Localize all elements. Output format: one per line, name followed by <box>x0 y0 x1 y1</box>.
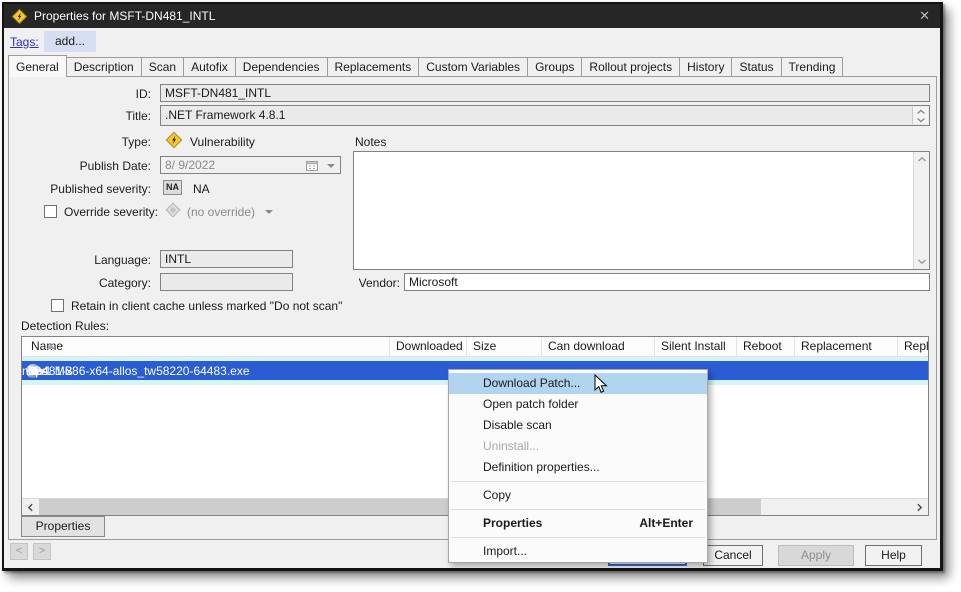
override-severity-label: Override severity: <box>64 205 158 219</box>
title-field[interactable]: .NET Framework 4.8.1 <box>160 105 930 126</box>
help-button[interactable]: Help <box>865 545 922 566</box>
language-label: Language: <box>9 253 151 267</box>
tab-autofix[interactable]: Autofix <box>183 57 236 76</box>
title-label: Title: <box>9 109 151 123</box>
column-header-reboot[interactable]: Reboot <box>736 337 794 357</box>
sort-asc-icon <box>47 344 55 349</box>
severity-badge: NA <box>163 180 182 195</box>
column-header-replacement-2[interactable]: Repla <box>897 337 928 357</box>
title-spinner[interactable] <box>912 107 928 124</box>
spinner-down-icon[interactable] <box>916 117 926 123</box>
cancel-button[interactable]: Cancel <box>703 545 763 566</box>
tab-general[interactable]: General <box>8 55 67 77</box>
apply-button[interactable]: Apply <box>778 545 854 566</box>
chevron-down-icon[interactable] <box>917 258 927 265</box>
scroll-right-button[interactable] <box>911 499 928 515</box>
menu-shortcut: Alt+Enter <box>639 513 693 534</box>
menu-item-properties[interactable]: Properties Alt+Enter <box>449 513 707 534</box>
menu-item-uninstall: Uninstall... <box>449 436 707 457</box>
tab-custom-variables[interactable]: Custom Variables <box>418 57 528 76</box>
publish-date-label: Publish Date: <box>9 159 151 173</box>
type-value: Vulnerability <box>190 135 255 149</box>
menu-separator <box>451 537 705 538</box>
language-field[interactable]: INTL <box>160 250 293 268</box>
notes-label: Notes <box>355 135 386 149</box>
notes-textarea[interactable] <box>353 151 930 270</box>
tab-description[interactable]: Description <box>66 57 142 76</box>
column-header-name[interactable]: Name <box>22 337 389 357</box>
retain-cache-label: Retain in client cache unless marked "Do… <box>71 299 342 313</box>
vendor-field[interactable]: Microsoft <box>404 273 930 291</box>
published-severity-value: NA <box>193 182 210 196</box>
tab-strip: General Description Scan Autofix Depende… <box>8 54 842 76</box>
tab-scan[interactable]: Scan <box>141 57 184 76</box>
table-header: Name Downloaded Size Can download Silent… <box>22 337 928 357</box>
publish-date-picker[interactable]: 8/ 9/2022 <box>160 156 341 174</box>
next-button[interactable]: > <box>33 543 51 560</box>
override-severity-dropdown-icon[interactable] <box>265 210 273 214</box>
override-severity-checkbox[interactable] <box>44 205 57 218</box>
tab-replacements[interactable]: Replacements <box>327 57 420 76</box>
vulnerability-diamond-icon <box>165 131 183 149</box>
severity-diamond-icon <box>165 202 181 218</box>
menu-item-open-patch-folder[interactable]: Open patch folder <box>449 394 707 415</box>
prev-button[interactable]: < <box>10 543 28 560</box>
scroll-left-button[interactable] <box>22 499 39 515</box>
published-severity-label: Published severity: <box>9 182 151 196</box>
column-header-downloaded[interactable]: Downloaded <box>389 337 466 357</box>
close-icon[interactable]: ✕ <box>919 8 930 24</box>
tab-history[interactable]: History <box>679 57 732 76</box>
menu-item-disable-scan[interactable]: Disable scan <box>449 415 707 436</box>
window-title: Properties for MSFT-DN481_INTL <box>34 9 215 23</box>
context-menu: Download Patch... Open patch folder Disa… <box>448 369 708 563</box>
menu-item-download-patch[interactable]: Download Patch... <box>449 373 707 394</box>
menu-separator <box>451 509 705 510</box>
column-header-can-download[interactable]: Can download <box>541 337 654 357</box>
tab-dependencies[interactable]: Dependencies <box>235 57 328 76</box>
detection-rules-label: Detection Rules: <box>21 319 109 333</box>
row-reboot: Yes <box>22 364 80 378</box>
patch-diamond-icon <box>11 8 28 25</box>
vendor-label: Vendor: <box>258 276 400 290</box>
column-header-replacement[interactable]: Replacement <box>794 337 897 357</box>
rule-properties-button[interactable]: Properties <box>21 516 105 537</box>
id-field[interactable]: MSFT-DN481_INTL <box>160 84 930 102</box>
tags-link[interactable]: Tags: <box>10 35 39 49</box>
category-label: Category: <box>9 276 151 290</box>
calendar-icon <box>306 160 318 171</box>
tab-status[interactable]: Status <box>731 57 781 76</box>
type-label: Type: <box>9 135 151 149</box>
menu-item-import[interactable]: Import... <box>449 541 707 562</box>
chevron-right-icon <box>916 503 923 512</box>
tab-trending[interactable]: Trending <box>781 57 844 76</box>
id-label: ID: <box>9 87 151 101</box>
publish-date-dropdown-icon[interactable] <box>327 164 335 168</box>
mouse-cursor <box>594 374 608 395</box>
spinner-up-icon[interactable] <box>916 109 926 115</box>
chevron-up-icon[interactable] <box>917 156 927 163</box>
menu-item-definition-properties[interactable]: Definition properties... <box>449 457 707 478</box>
titlebar: Properties for MSFT-DN481_INTL ✕ <box>4 4 940 28</box>
properties-dialog: Properties for MSFT-DN481_INTL ✕ Tags: a… <box>2 2 943 571</box>
add-tag-button[interactable]: add... <box>44 31 96 52</box>
notes-scrollbar[interactable] <box>913 152 929 269</box>
retain-cache-checkbox[interactable] <box>51 299 64 312</box>
column-header-size[interactable]: Size <box>466 337 541 357</box>
tab-rollout-projects[interactable]: Rollout projects <box>581 57 680 76</box>
tab-groups[interactable]: Groups <box>527 57 582 76</box>
chevron-left-icon <box>27 503 34 512</box>
menu-item-copy[interactable]: Copy <box>449 485 707 506</box>
override-severity-value[interactable]: (no override) <box>187 205 255 219</box>
column-header-silent-install[interactable]: Silent Install <box>654 337 736 357</box>
menu-separator <box>451 481 705 482</box>
